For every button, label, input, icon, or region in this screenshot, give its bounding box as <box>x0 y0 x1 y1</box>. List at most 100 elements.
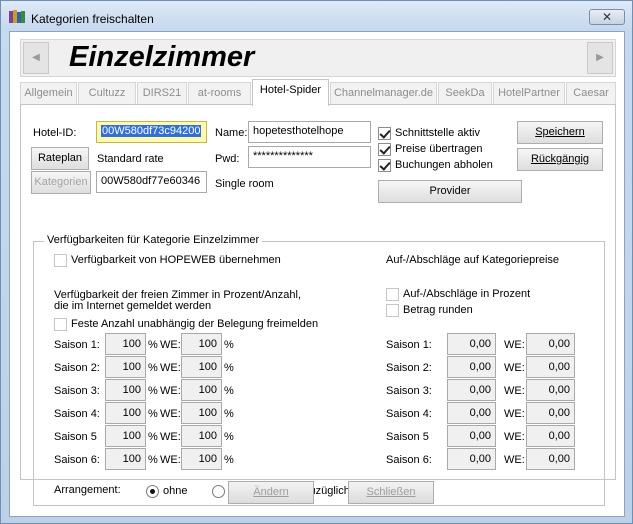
percent-sign: % <box>148 454 158 466</box>
surcharge-input[interactable]: 0,00 <box>447 425 496 447</box>
kategorie-id-field[interactable]: 00W580df77e60346 <box>96 171 207 193</box>
arrangement-inklusiv-radio[interactable] <box>212 485 225 498</box>
tab-hotelpartner[interactable]: HotelPartner <box>493 82 565 104</box>
we-label: WE: <box>504 362 525 374</box>
we-label: WE: <box>504 339 525 351</box>
rateplan-button[interactable]: Rateplan <box>31 147 89 170</box>
percent-sign: % <box>148 385 158 397</box>
percent-sign: % <box>224 454 234 466</box>
percent-sign: % <box>224 385 234 397</box>
previous-category-button[interactable]: ◀ <box>23 42 49 74</box>
season-we-input[interactable]: 100 <box>181 333 222 355</box>
surcharge-we-input[interactable]: 0,00 <box>526 379 575 401</box>
season-label: Saison 2: <box>54 362 100 374</box>
percent-sign: % <box>224 362 234 374</box>
we-label: WE: <box>160 385 181 397</box>
client-area: ◀ Einzelzimmer ▶ Allgemein Cultuzz DIRS2… <box>9 31 625 517</box>
tab-seekda[interactable]: SeekDa <box>438 82 492 104</box>
dialog-window: Kategorien freischalten ✕ ◀ Einzelzimmer… <box>0 0 633 524</box>
hotel-id-field[interactable]: 00W580df73c94200 <box>96 121 207 143</box>
arrangement-ohne-radio[interactable] <box>146 485 159 498</box>
percent-sign: % <box>224 431 234 443</box>
surcharges-title: Auf-/Abschläge auf Kategoriepreise <box>386 254 560 266</box>
percent-sign: % <box>224 339 234 351</box>
surcharge-input[interactable]: 0,00 <box>447 402 496 424</box>
buchungen-label: Buchungen abholen <box>395 159 493 171</box>
buchungen-checkbox[interactable] <box>378 159 391 172</box>
rateplan-value: Standard rate <box>97 153 164 165</box>
close-button[interactable]: ✕ <box>589 9 625 25</box>
arrow-right-icon: ▶ <box>596 52 604 63</box>
hotel-id-value: 00W580df73c94200 <box>101 125 202 137</box>
hopeweb-label: Verfügbarkeit von HOPEWEB übernehmen <box>71 254 281 266</box>
tab-at-rooms[interactable]: at-rooms <box>188 82 251 104</box>
runden-checkbox[interactable] <box>386 304 399 317</box>
season-percent-input[interactable]: 100 <box>105 448 146 470</box>
season-percent-input[interactable]: 100 <box>105 402 146 424</box>
surcharge-input[interactable]: 0,00 <box>447 379 496 401</box>
we-label: WE: <box>160 339 181 351</box>
season-label: Saison 3: <box>54 385 100 397</box>
prozent-checkbox[interactable] <box>386 288 399 301</box>
feste-anzahl-checkbox[interactable] <box>54 318 67 331</box>
percent-sign: % <box>224 408 234 420</box>
percent-sign: % <box>148 339 158 351</box>
we-label: WE: <box>504 454 525 466</box>
kategorie-name: Single room <box>215 178 274 190</box>
hopeweb-checkbox[interactable] <box>54 254 67 267</box>
schliessen-button[interactable]: Schließen <box>348 481 434 504</box>
we-label: WE: <box>504 385 525 397</box>
season-we-input[interactable]: 100 <box>181 356 222 378</box>
next-category-button[interactable]: ▶ <box>587 42 613 74</box>
season-we-input[interactable]: 100 <box>181 448 222 470</box>
preise-label: Preise übertragen <box>395 143 483 155</box>
season-label: Saison 5 <box>54 431 97 443</box>
tab-caesar[interactable]: Caesar <box>566 82 616 104</box>
surcharge-we-input[interactable]: 0,00 <box>526 425 575 447</box>
surcharge-input[interactable]: 0,00 <box>447 356 496 378</box>
season-we-input[interactable]: 100 <box>181 402 222 424</box>
season-label: Saison 4: <box>386 408 432 420</box>
name-field[interactable]: hopetesthotelhope <box>248 121 371 143</box>
tab-dirs21[interactable]: DIRS21 <box>137 82 187 104</box>
season-we-input[interactable]: 100 <box>181 425 222 447</box>
rueckgaengig-button[interactable]: Rückgängig <box>517 148 603 171</box>
surcharge-we-input[interactable]: 0,00 <box>526 402 575 424</box>
season-label: Saison 5 <box>386 431 429 443</box>
availability-group-label: Verfügbarkeiten für Kategorie Einzelzimm… <box>44 234 263 246</box>
speichern-button[interactable]: Speichern <box>517 121 603 144</box>
provider-button[interactable]: Provider <box>378 180 522 203</box>
we-label: WE: <box>504 431 525 443</box>
preise-checkbox[interactable] <box>378 143 391 156</box>
kategorien-button[interactable]: Kategorien <box>31 171 91 194</box>
arrangement-label: Arrangement: <box>54 484 121 496</box>
season-percent-input[interactable]: 100 <box>105 425 146 447</box>
aendern-button[interactable]: Ändern <box>228 481 314 504</box>
arrangement-ohne-label: ohne <box>163 485 188 497</box>
app-icon <box>9 10 25 23</box>
percent-sign: % <box>148 408 158 420</box>
surcharge-we-input[interactable]: 0,00 <box>526 448 575 470</box>
tab-channelmanager[interactable]: Channelmanager.de <box>330 82 437 104</box>
name-label: Name: <box>215 127 248 139</box>
hotel-spider-panel: Hotel-ID: 00W580df73c94200 Name: hopetes… <box>20 104 616 506</box>
prozent-label: Auf-/Abschläge in Prozent <box>403 288 531 300</box>
we-label: WE: <box>160 408 181 420</box>
schnittstelle-checkbox[interactable] <box>378 127 391 140</box>
season-percent-input[interactable]: 100 <box>105 356 146 378</box>
season-label: Saison 3: <box>386 385 432 397</box>
surcharge-input[interactable]: 0,00 <box>447 448 496 470</box>
surcharge-input[interactable]: 0,00 <box>447 333 496 355</box>
we-label: WE: <box>160 362 181 374</box>
tab-cultuzz[interactable]: Cultuzz <box>78 82 136 104</box>
tab-hotel-spider[interactable]: Hotel-Spider <box>252 79 329 106</box>
schnittstelle-label: Schnittstelle aktiv <box>395 127 480 139</box>
password-field[interactable]: ************** <box>248 146 371 168</box>
season-percent-input[interactable]: 100 <box>105 379 146 401</box>
season-we-input[interactable]: 100 <box>181 379 222 401</box>
tab-allgemein[interactable]: Allgemein <box>20 82 77 104</box>
season-percent-input[interactable]: 100 <box>105 333 146 355</box>
surcharge-we-input[interactable]: 0,00 <box>526 333 575 355</box>
we-label: WE: <box>504 408 525 420</box>
surcharge-we-input[interactable]: 0,00 <box>526 356 575 378</box>
